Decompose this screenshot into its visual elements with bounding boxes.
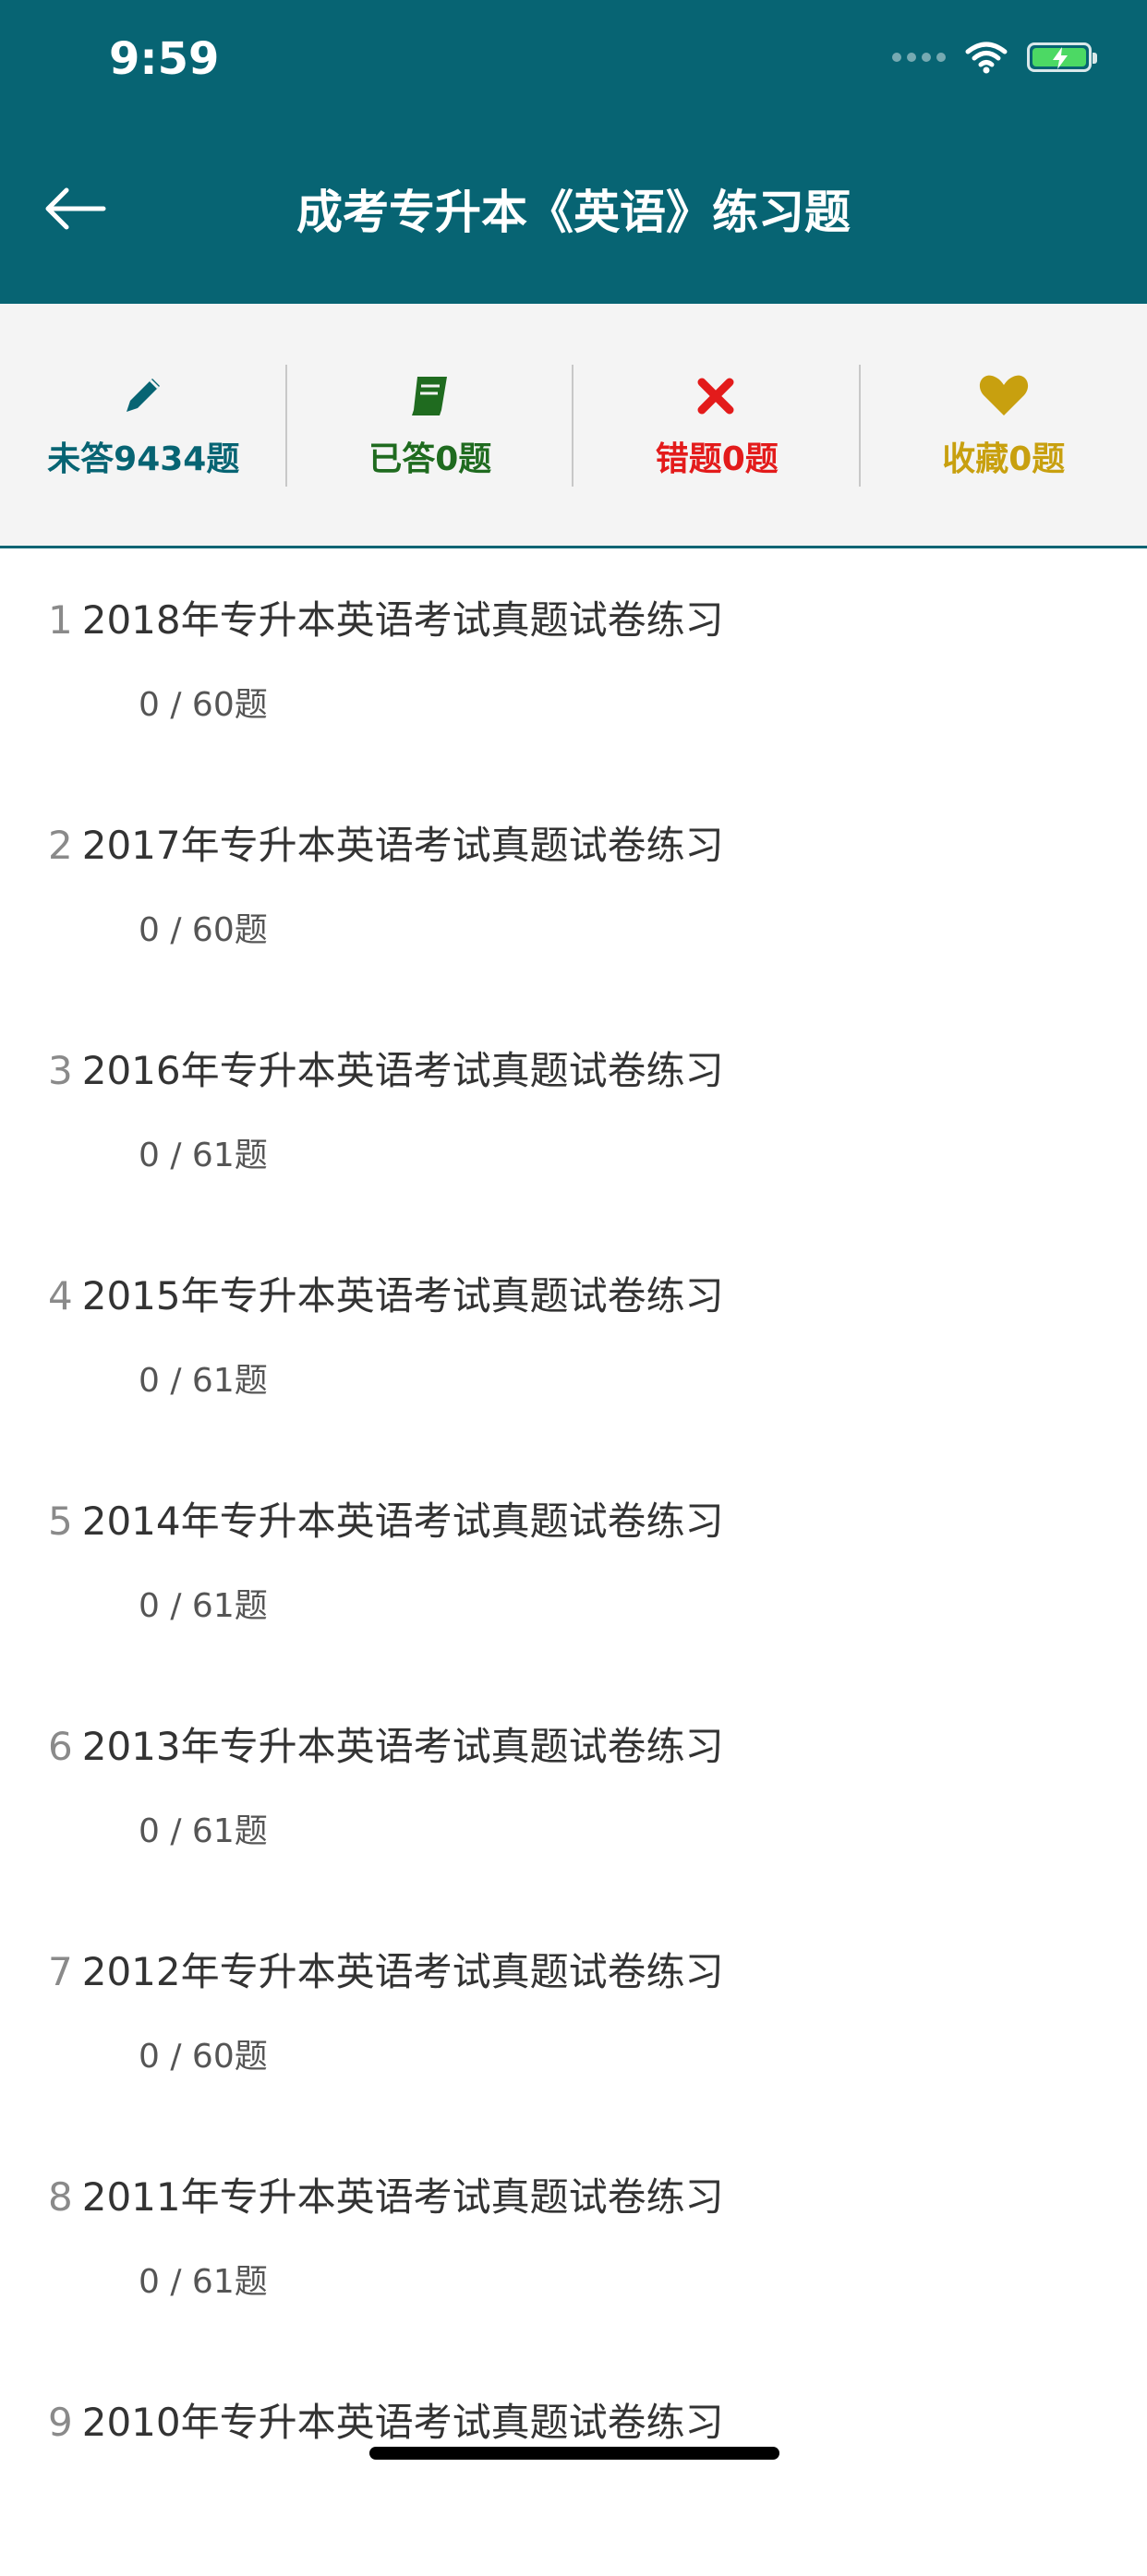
item-title: 2016年专升本英语考试真题试卷练习 xyxy=(82,1048,724,1093)
item-progress: 0 / 60题 xyxy=(139,678,268,726)
home-indicator xyxy=(369,2447,779,2460)
stats-bar: 未答9434题 已答0题 错题0题 收藏0题 xyxy=(0,304,1147,548)
heart-icon xyxy=(976,369,1032,421)
stat-unanswered[interactable]: 未答9434题 xyxy=(0,304,287,546)
stat-wrong[interactable]: 错题0题 xyxy=(574,304,861,546)
item-number: 5 xyxy=(48,1499,73,1544)
list-item[interactable]: 52014年专升本英语考试真题试卷练习 0 / 61题 xyxy=(0,1450,1147,1675)
item-title: 2018年专升本英语考试真题试卷练习 xyxy=(82,597,724,643)
status-time: 9:59 xyxy=(109,33,219,85)
item-title: 2014年专升本英语考试真题试卷练习 xyxy=(82,1499,724,1544)
item-title: 2011年专升本英语考试真题试卷练习 xyxy=(82,2174,724,2220)
item-progress: 0 / 61题 xyxy=(139,2255,268,2303)
item-number: 8 xyxy=(48,2174,73,2220)
list-item[interactable]: 72012年专升本英语考试真题试卷练习 0 / 60题 xyxy=(0,1900,1147,2125)
item-number: 4 xyxy=(48,1273,73,1318)
item-progress: 0 / 61题 xyxy=(139,1579,268,1627)
pencil-icon xyxy=(117,369,169,421)
battery-icon xyxy=(1027,42,1092,72)
item-progress: 0 / 61题 xyxy=(139,1128,268,1176)
item-title: 2015年专升本英语考试真题试卷练习 xyxy=(82,1273,724,1318)
status-indicators xyxy=(892,41,1092,74)
item-number: 6 xyxy=(48,1724,73,1769)
exam-list: 12018年专升本英语考试真题试卷练习 0 / 60题 22017年专升本英语考… xyxy=(0,548,1147,2576)
item-title: 2017年专升本英语考试真题试卷练习 xyxy=(82,823,724,868)
book-icon xyxy=(404,369,456,421)
item-progress: 0 / 61题 xyxy=(139,1354,268,1402)
stat-favorites[interactable]: 收藏0题 xyxy=(861,304,1147,546)
item-title: 2010年专升本英语考试真题试卷练习 xyxy=(82,2400,724,2445)
stat-wrong-label: 错题0题 xyxy=(656,432,779,480)
stat-unanswered-label: 未答9434题 xyxy=(47,432,239,480)
list-item[interactable]: 32016年专升本英语考试真题试卷练习 0 / 61题 xyxy=(0,999,1147,1224)
item-number: 1 xyxy=(48,597,73,643)
item-title: 2013年专升本英语考试真题试卷练习 xyxy=(82,1724,724,1769)
stat-answered-label: 已答0题 xyxy=(368,432,491,480)
item-number: 3 xyxy=(48,1048,73,1093)
item-number: 7 xyxy=(48,1949,73,1994)
item-title: 2012年专升本英语考试真题试卷练习 xyxy=(82,1949,724,1994)
list-item[interactable]: 42015年专升本英语考试真题试卷练习 0 / 61题 xyxy=(0,1224,1147,1450)
item-progress: 0 / 61题 xyxy=(139,1804,268,1852)
item-number: 2 xyxy=(48,823,73,868)
close-x-icon xyxy=(691,369,743,421)
list-item[interactable]: 92010年专升本英语考试真题试卷练习 xyxy=(0,2351,1147,2576)
list-item[interactable]: 12018年专升本英语考试真题试卷练习 0 / 60题 xyxy=(0,548,1147,774)
signal-icon xyxy=(892,53,946,62)
page-title: 成考专升本《英语》练习题 xyxy=(0,175,1147,242)
item-progress: 0 / 60题 xyxy=(139,2029,268,2077)
list-item[interactable]: 82011年专升本英语考试真题试卷练习 0 / 61题 xyxy=(0,2125,1147,2351)
item-number: 9 xyxy=(48,2400,73,2445)
stat-favorites-label: 收藏0题 xyxy=(942,432,1065,480)
app-header: 9:59 成考专升本《英语》练习题 xyxy=(0,0,1147,304)
list-item[interactable]: 62013年专升本英语考试真题试卷练习 0 / 61题 xyxy=(0,1675,1147,1900)
list-item[interactable]: 22017年专升本英语考试真题试卷练习 0 / 60题 xyxy=(0,774,1147,999)
wifi-icon xyxy=(964,41,1008,74)
stat-answered[interactable]: 已答0题 xyxy=(287,304,574,546)
item-progress: 0 / 60题 xyxy=(139,903,268,951)
